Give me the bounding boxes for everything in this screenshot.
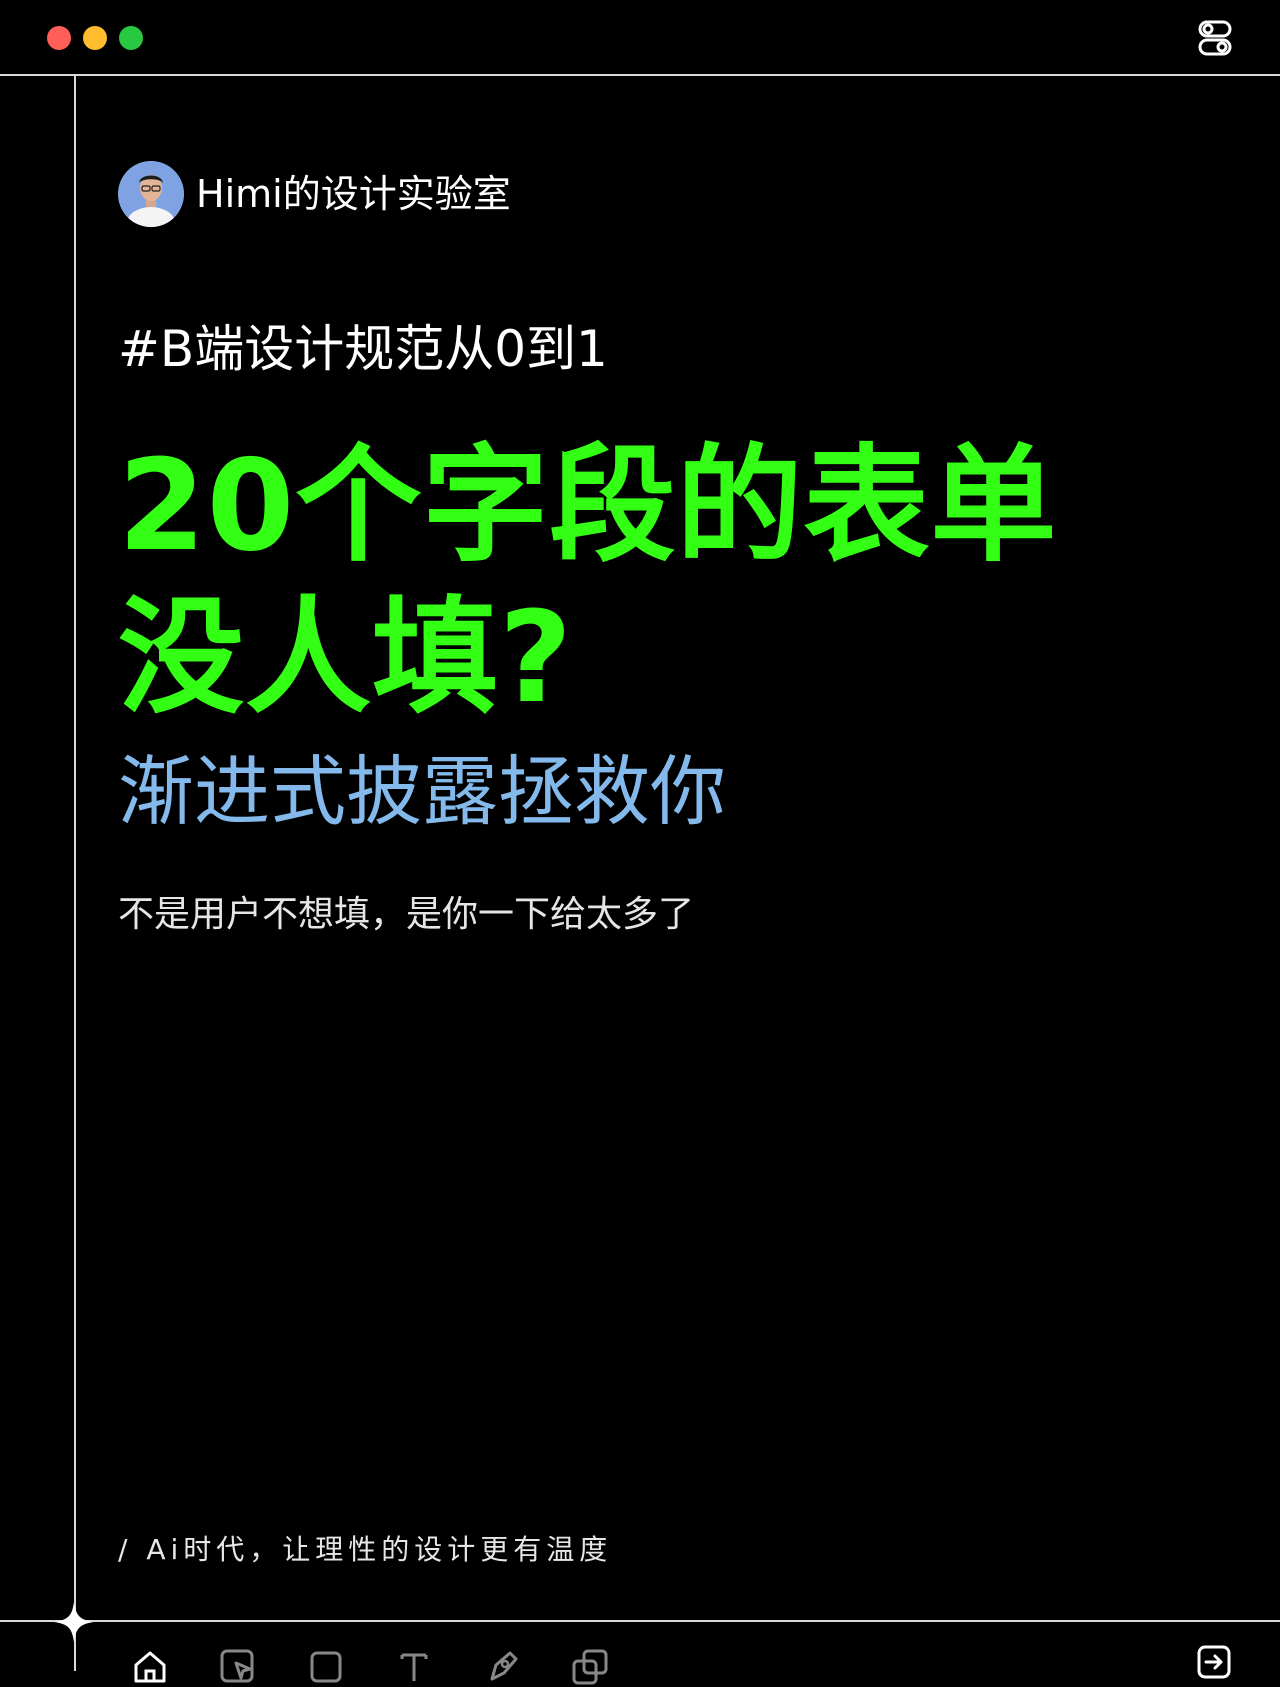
rectangle-icon[interactable] (304, 1643, 348, 1687)
exit-icon[interactable] (1196, 1644, 1232, 1680)
toggle-icon[interactable] (1198, 20, 1232, 56)
footer-slogan: / Ai时代，让理性的设计更有温度 (118, 1533, 613, 1566)
headline: 20个字段的表单 没人填? (118, 430, 1057, 734)
copy-icon[interactable] (568, 1643, 612, 1687)
series-hashtag: #B端设计规范从0到1 (118, 320, 608, 378)
text-icon[interactable] (392, 1643, 436, 1687)
minimize-window-button[interactable] (83, 26, 107, 50)
tagline: 不是用户不想填，是你一下给太多了 (118, 894, 695, 935)
author-name: Himi的设计实验室 (196, 172, 511, 216)
subheadline: 渐进式披露拯救你 (118, 747, 726, 836)
sparkle-icon (54, 1602, 94, 1642)
headline-line-2: 没人填? (118, 584, 574, 731)
author-row: Himi的设计实验室 (118, 161, 511, 227)
top-divider (0, 74, 1280, 76)
maximize-window-button[interactable] (119, 26, 143, 50)
window-controls (47, 26, 143, 50)
avatar[interactable] (118, 161, 184, 227)
cursor-icon[interactable] (216, 1643, 260, 1687)
headline-line-1: 20个字段的表单 (118, 432, 1058, 579)
bottom-divider (0, 1620, 1280, 1622)
left-divider (74, 76, 76, 1671)
pen-icon[interactable] (480, 1643, 524, 1687)
close-window-button[interactable] (47, 26, 71, 50)
home-icon[interactable] (128, 1643, 172, 1687)
bottom-toolbar (128, 1643, 612, 1687)
avatar-icon (118, 161, 184, 227)
